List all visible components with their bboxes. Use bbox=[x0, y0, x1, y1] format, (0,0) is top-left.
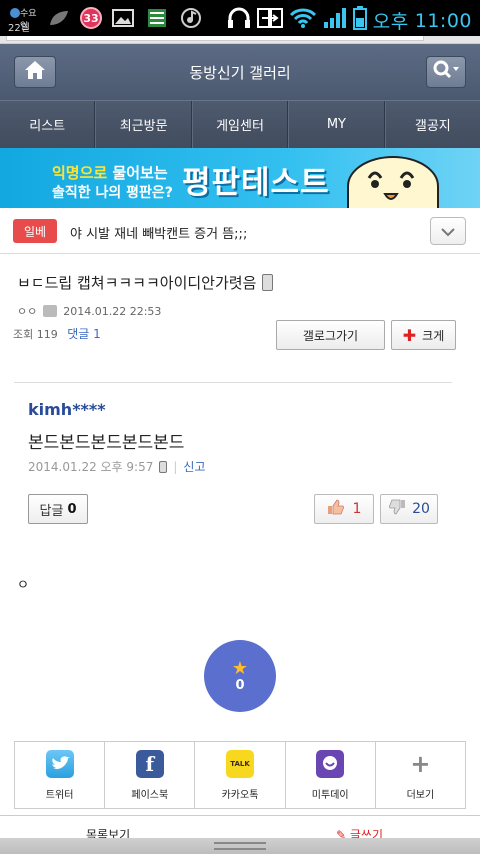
nav-item-list[interactable]: 리스트 bbox=[0, 101, 96, 148]
separator: | bbox=[173, 459, 178, 474]
gallog-button[interactable]: 갤로그가기 bbox=[276, 320, 385, 350]
post-author: ㅇㅇ bbox=[17, 305, 38, 318]
banner-headline: 평판테스트 bbox=[182, 165, 330, 201]
post-meta: ㅇㅇ 2014.01.22 22:53 bbox=[17, 303, 161, 319]
comment-datetime: 2014.01.22 오후 9:57 bbox=[28, 460, 154, 474]
banner-line2: 솔직한 나의 평판은? bbox=[52, 185, 173, 201]
ad-banner[interactable]: 익명으로 물어보는 솔직한 나의 평판은? 평판테스트 bbox=[0, 148, 480, 208]
share-more-label: 더보기 bbox=[406, 789, 435, 801]
status-ampm: 오후 bbox=[372, 11, 409, 33]
drag-grip-icon bbox=[214, 842, 266, 850]
thumbs-down-icon bbox=[388, 499, 406, 519]
enlarge-button[interactable]: ✚ 크게 bbox=[391, 320, 456, 350]
twitter-icon bbox=[45, 749, 74, 778]
divider bbox=[14, 382, 452, 383]
leaf-icon bbox=[46, 7, 72, 29]
facebook-icon: f bbox=[135, 749, 164, 778]
body-text: ㅇ bbox=[17, 578, 29, 593]
gallery-header: 동방신기 갤러리 bbox=[0, 44, 480, 100]
banner-line1: 익명으로 물어보는 bbox=[52, 162, 168, 183]
plus-icon: ✚ bbox=[402, 325, 417, 345]
star-medal-icon: ★ bbox=[231, 657, 249, 679]
post-stats: 조회 119 댓글 1 bbox=[13, 325, 101, 342]
battery-icon bbox=[352, 6, 367, 35]
hot-tag-badge: 일베 bbox=[13, 219, 57, 243]
date-number: 22일 bbox=[8, 23, 30, 34]
hot-dropdown-button[interactable] bbox=[430, 217, 466, 245]
plus-icon: + bbox=[410, 749, 431, 778]
share-more[interactable]: + 더보기 bbox=[376, 742, 465, 808]
url-bar-edge bbox=[6, 36, 424, 41]
status-bar: 수요일 22일 33 오후 11:00 bbox=[0, 0, 480, 36]
gallery-nav: 리스트 최근방문 게임센터 MY 갤공지 bbox=[0, 100, 480, 148]
comment-author: kimh**** bbox=[28, 400, 106, 419]
me2day-icon bbox=[316, 749, 345, 778]
share-twitter-label: 트위터 bbox=[45, 789, 74, 801]
post-datetime: 2014.01.22 22:53 bbox=[63, 304, 162, 318]
enlarge-button-label: 크게 bbox=[422, 328, 445, 343]
downvote-button[interactable]: 20 bbox=[380, 494, 438, 524]
reply-count: 0 bbox=[67, 501, 77, 517]
signal-icon bbox=[323, 7, 347, 34]
hot-post-bar[interactable]: 일베 야 시발 재네 빼박캔트 증거 뜸;;; bbox=[0, 208, 480, 254]
wifi-icon bbox=[289, 7, 317, 34]
reply-label: 답글 bbox=[39, 503, 64, 519]
music-icon bbox=[178, 7, 204, 29]
gallery-icon bbox=[110, 7, 136, 29]
downvote-count: 20 bbox=[412, 501, 430, 517]
thumbs-up-icon bbox=[327, 499, 345, 519]
comment-meta: 2014.01.22 오후 9:57 | 신고 bbox=[28, 458, 206, 475]
page-title: 동방신기 갤러리 bbox=[189, 64, 291, 82]
share-facebook[interactable]: f 페이스북 bbox=[105, 742, 196, 808]
share-facebook-label: 페이스북 bbox=[131, 789, 169, 801]
calendar-icon: 수요일 22일 bbox=[4, 4, 38, 34]
share-twitter[interactable]: 트위터 bbox=[15, 742, 106, 808]
cartoon-face-icon bbox=[347, 156, 439, 208]
headphones-icon bbox=[227, 7, 251, 34]
upvote-count: 1 bbox=[352, 501, 362, 517]
nav-item-game-center[interactable]: 게임센터 bbox=[191, 101, 289, 148]
banner-line1-rest: 물어보는 bbox=[112, 164, 168, 182]
share-me2day[interactable]: 미투데이 bbox=[286, 742, 376, 808]
screen-mirror-icon bbox=[256, 7, 283, 34]
search-button[interactable] bbox=[426, 56, 466, 88]
nav-item-my[interactable]: MY bbox=[288, 101, 385, 148]
recommend-medal[interactable]: ★ 0 bbox=[204, 640, 276, 712]
kakaotalk-icon-text: TALK bbox=[230, 759, 250, 768]
post-title-text: ㅂㄷ드립 캡쳐ㅋㅋㅋㅋ아이디안가렷음 bbox=[17, 274, 257, 292]
search-icon bbox=[432, 59, 460, 85]
chevron-down-icon bbox=[441, 222, 455, 241]
kakaotalk-icon: TALK bbox=[226, 749, 254, 778]
bottom-bar: 목록보기 ✎ 글쓰기 bbox=[0, 815, 480, 854]
mobile-icon bbox=[159, 460, 168, 473]
share-kakaotalk-label: 카카오톡 bbox=[221, 789, 259, 801]
keypad-icon bbox=[144, 7, 170, 29]
nav-item-gallery-notice[interactable]: 갤공지 bbox=[384, 101, 480, 148]
status-bar-right: 오후 11:00 bbox=[227, 6, 472, 35]
post-title: ㅂㄷ드립 캡쳐ㅋㅋㅋㅋ아이디안가렷음 bbox=[17, 272, 274, 293]
status-bar-left: 수요일 22일 33 bbox=[4, 4, 204, 34]
post-views: 조회 119 bbox=[13, 328, 58, 341]
status-time: 11:00 bbox=[414, 9, 472, 32]
hot-post-text[interactable]: 야 시발 재네 빼박캔트 증거 뜸;;; bbox=[70, 223, 247, 242]
notification-badge: 33 bbox=[80, 7, 102, 29]
share-kakaotalk[interactable]: TALK 카카오톡 bbox=[195, 742, 286, 808]
report-link[interactable]: 신고 bbox=[183, 458, 205, 475]
comment-body: 본드본드본드본드본드 bbox=[28, 433, 185, 453]
nav-item-recent[interactable]: 최근방문 bbox=[95, 101, 192, 148]
reply-button[interactable]: 답글 0 bbox=[28, 494, 88, 524]
upvote-button[interactable]: 1 bbox=[314, 494, 374, 524]
mobile-icon bbox=[262, 274, 274, 291]
share-me2day-label: 미투데이 bbox=[311, 789, 349, 801]
share-bar: 트위터 f 페이스북 TALK 카카오톡 미투데이 + 더보기 bbox=[14, 741, 466, 809]
banner-line1-highlight: 익명으로 bbox=[52, 164, 108, 182]
user-icon bbox=[43, 305, 58, 317]
medal-count: 0 bbox=[235, 677, 245, 693]
url-bar-strip bbox=[0, 36, 480, 44]
comments-link[interactable]: 댓글 1 bbox=[67, 327, 101, 341]
